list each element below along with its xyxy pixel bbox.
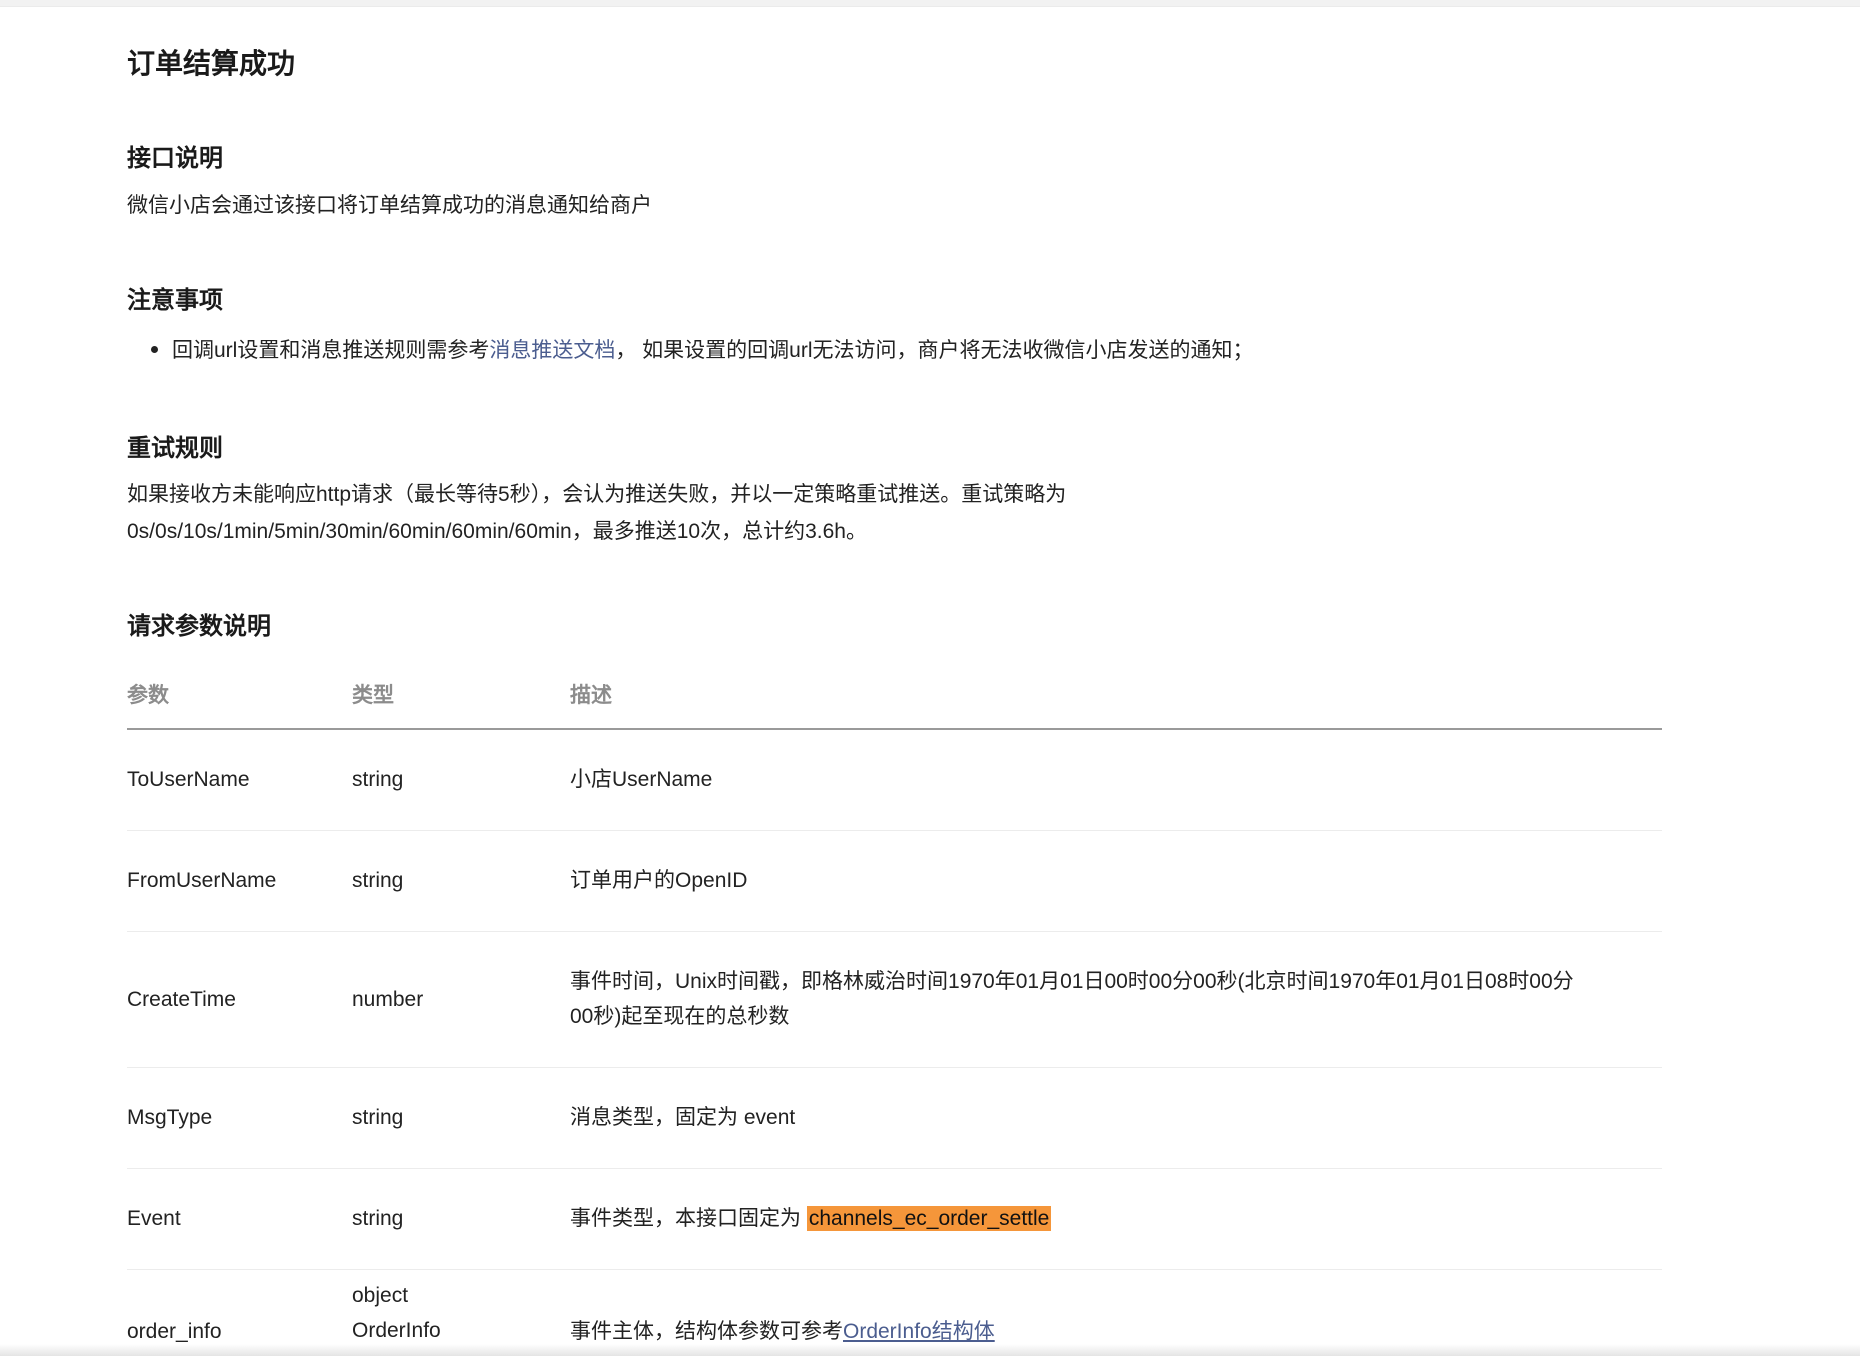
table-row: Event string 事件类型，本接口固定为 channels_ec_ord…: [127, 1168, 1662, 1270]
param-desc-cell: 事件时间，Unix时间戳，即格林威治时间1970年01月01日00时00分00秒…: [570, 931, 1662, 1068]
page-title: 订单结算成功: [127, 48, 296, 79]
table-row: ToUserName string 小店UserName: [127, 729, 1662, 831]
orderinfo-struct-link[interactable]: OrderInfo结构体: [843, 1320, 995, 1343]
param-desc-cell: 小店UserName: [570, 729, 1662, 831]
param-desc-line-1: 事件时间，Unix时间戳，即格林威治时间1970年01月01日00时00分00秒…: [570, 970, 1574, 993]
request-params-table: 参数 类型 描述 ToUserName string 小店UserName Fr…: [127, 660, 1662, 1370]
top-border-strip: [0, 0, 1860, 7]
param-type-line-2: OrderInfo: [352, 1318, 441, 1342]
table-header-row: 参数 类型 描述: [127, 660, 1662, 730]
param-desc-line-2: 00秒)起至现在的总秒数: [570, 1005, 790, 1028]
table-row: MsgType string 消息类型，固定为 event: [127, 1067, 1662, 1169]
param-type-line-1: object: [352, 1283, 409, 1307]
section-heading-retry: 重试规则: [127, 435, 223, 462]
column-header-desc: 描述: [570, 660, 1662, 730]
highlighted-event-code: channels_ec_order_settle: [806, 1206, 1052, 1231]
bottom-scroll-shade: [0, 1344, 1860, 1356]
param-name-cell: ToUserName: [127, 729, 352, 831]
param-type-cell: string: [352, 729, 570, 831]
param-name-cell: Event: [127, 1168, 352, 1270]
param-type-cell: string: [352, 1067, 570, 1169]
message-push-doc-link[interactable]: 消息推送文档: [489, 339, 615, 362]
param-desc-cell: 订单用户的OpenID: [570, 830, 1662, 932]
param-name-cell: FromUserName: [127, 830, 352, 932]
param-type-cell: string: [352, 1168, 570, 1270]
param-name-cell: MsgType: [127, 1067, 352, 1169]
param-desc-cell: 事件类型，本接口固定为 channels_ec_order_settle: [570, 1168, 1662, 1270]
retry-rules-line-2: 0s/0s/10s/1min/5min/30min/60min/60min/60…: [127, 520, 867, 543]
section-heading-api-desc: 接口说明: [127, 145, 223, 172]
section-heading-notes: 注意事项: [127, 287, 223, 314]
notes-bullet-text-after: ， 如果设置的回调url无法访问，商户将无法收微信小店发送的通知；: [615, 339, 1254, 362]
param-type-cell: string: [352, 830, 570, 932]
param-name-cell: CreateTime: [127, 931, 352, 1068]
retry-rules-line-1: 如果接收方未能响应http请求（最长等待5秒），会认为推送失败，并以一定策略重试…: [127, 483, 1067, 506]
table-row: FromUserName string 订单用户的OpenID: [127, 830, 1662, 932]
param-desc-prefix: 事件类型，本接口固定为: [570, 1207, 807, 1230]
param-desc-prefix: 事件主体，结构体参数可参考: [570, 1319, 843, 1343]
column-header-type: 类型: [352, 660, 570, 730]
notes-bullet-text-before: 回调url设置和消息推送规则需参考: [172, 339, 490, 362]
api-desc-text: 微信小店会通过该接口将订单结算成功的消息通知给商户: [127, 194, 652, 217]
column-header-param: 参数: [127, 660, 352, 730]
bullet-dot-icon: [151, 346, 158, 354]
table-row: CreateTime number 事件时间，Unix时间戳，即格林威治时间19…: [127, 931, 1662, 1068]
notes-bullet-item: 回调url设置和消息推送规则需参考消息推送文档， 如果设置的回调url无法访问，…: [127, 336, 1254, 366]
param-desc-cell: 消息类型，固定为 event: [570, 1067, 1662, 1169]
param-type-cell: number: [352, 931, 570, 1068]
section-heading-request-params: 请求参数说明: [127, 613, 271, 640]
retry-rules-text: 如果接收方未能响应http请求（最长等待5秒），会认为推送失败，并以一定策略重试…: [127, 476, 1066, 550]
